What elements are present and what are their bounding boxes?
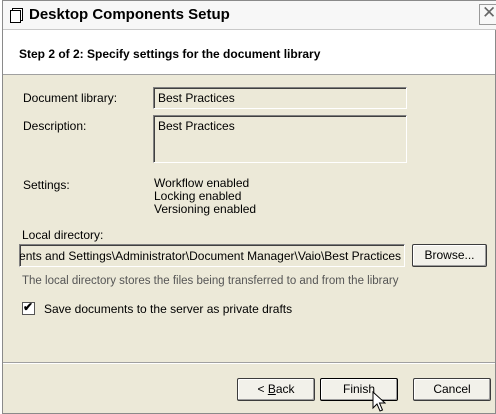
close-icon: ✕ bbox=[482, 3, 496, 22]
browse-button[interactable]: Browse... bbox=[412, 244, 487, 267]
window-title: Desktop Components Setup bbox=[29, 6, 230, 23]
local-directory-label: Local directory: bbox=[22, 228, 104, 242]
wizard-header: Step 2 of 2: Specify settings for the do… bbox=[3, 30, 495, 75]
checkmark-icon: ✔ bbox=[23, 300, 34, 314]
back-rest: ack bbox=[275, 382, 295, 396]
footer-divider bbox=[3, 362, 495, 364]
settings-list: Workflow enabled Locking enabled Version… bbox=[154, 177, 256, 216]
description-label: Description: bbox=[23, 119, 87, 133]
document-library-label: Document library: bbox=[23, 91, 118, 105]
description-field[interactable]: Best Practices bbox=[153, 115, 407, 163]
settings-label: Settings: bbox=[23, 178, 70, 192]
finish-button[interactable]: Finish bbox=[320, 378, 398, 401]
back-prefix: < bbox=[257, 382, 268, 396]
document-library-field[interactable]: Best Practices bbox=[153, 87, 407, 109]
back-button[interactable]: < Back bbox=[237, 378, 315, 401]
local-directory-field[interactable]: C:\Documents and Settings\Administrator\… bbox=[19, 244, 405, 267]
title-bar[interactable]: Desktop Components Setup ✕ bbox=[3, 1, 496, 30]
local-directory-value: C:\Documents and Settings\Administrator\… bbox=[19, 249, 401, 263]
document-icon bbox=[10, 8, 23, 23]
setting-versioning: Versioning enabled bbox=[154, 202, 257, 216]
private-drafts-label[interactable]: Save documents to the server as private … bbox=[44, 302, 292, 316]
back-mnemonic: B bbox=[267, 382, 276, 396]
step-title: Step 2 of 2: Specify settings for the do… bbox=[19, 47, 321, 61]
close-button[interactable]: ✕ bbox=[479, 3, 496, 25]
private-drafts-checkbox[interactable]: ✔ bbox=[22, 300, 35, 315]
setup-dialog: Desktop Components Setup ✕ Step 2 of 2: … bbox=[2, 0, 496, 414]
arrow-cursor-icon bbox=[372, 391, 386, 412]
cancel-button[interactable]: Cancel bbox=[413, 378, 491, 401]
local-directory-note: The local directory stores the files bei… bbox=[22, 275, 399, 287]
